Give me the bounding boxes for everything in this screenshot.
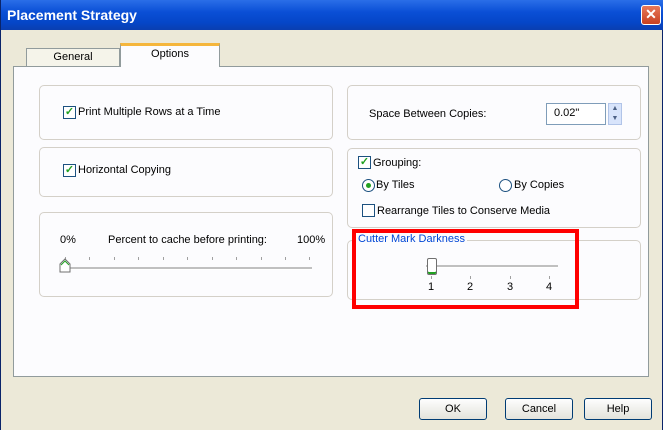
cache-tick — [163, 257, 164, 260]
cache-tick — [212, 257, 213, 260]
cache-tick — [187, 257, 188, 260]
grouping-label: Grouping: — [373, 157, 422, 169]
rearrange-tiles-label: Rearrange Tiles to Conserve Media — [377, 205, 551, 217]
tab-general[interactable]: General — [26, 48, 120, 66]
cache-tick — [261, 257, 262, 260]
horizontal-copying-checkbox[interactable]: ✓ — [63, 164, 76, 177]
cache-tick — [285, 257, 286, 260]
tab-options-label: Options — [151, 48, 189, 60]
check-icon: ✓ — [64, 164, 75, 176]
by-tiles-radio[interactable] — [362, 179, 375, 192]
cache-tick — [89, 257, 90, 260]
cancel-button[interactable]: Cancel — [505, 398, 573, 420]
cache-tick — [138, 257, 139, 260]
cache-tick — [309, 257, 310, 260]
spin-up-icon[interactable]: ▲ — [609, 104, 621, 114]
dialog-window: Placement Strategy ✕ General Options ✓ P… — [0, 0, 663, 430]
ok-button[interactable]: OK — [419, 398, 487, 420]
rearrange-tiles-checkbox[interactable] — [362, 204, 375, 217]
grouping-checkbox[interactable]: ✓ — [358, 156, 371, 169]
cache-min-label: 0% — [60, 234, 76, 246]
by-copies-label: By Copies — [514, 179, 565, 191]
highlight-box — [352, 229, 579, 309]
space-between-copies-input[interactable]: 0.02" — [546, 103, 606, 125]
window-title: Placement Strategy — [7, 7, 137, 23]
print-multiple-rows-checkbox[interactable]: ✓ — [63, 106, 76, 119]
print-multiple-rows-label: Print Multiple Rows at a Time — [78, 106, 221, 118]
by-copies-radio[interactable] — [499, 179, 512, 192]
cache-group — [39, 212, 333, 297]
title-bar: Placement Strategy ✕ — [1, 0, 663, 30]
horizontal-copying-label: Horizontal Copying — [78, 164, 171, 176]
tab-general-label: General — [53, 51, 93, 63]
cache-label: Percent to cache before printing: — [108, 234, 267, 246]
space-between-copies-label: Space Between Copies: — [369, 108, 487, 120]
cache-slider-track[interactable] — [64, 267, 312, 270]
cache-max-label: 100% — [297, 234, 326, 246]
check-icon: ✓ — [359, 156, 370, 168]
cache-slider-thumb[interactable] — [59, 258, 71, 273]
tab-options[interactable]: Options — [120, 43, 220, 67]
cache-tick — [114, 257, 115, 260]
cache-tick — [236, 257, 237, 260]
space-between-copies-spinner[interactable]: ▲ ▼ — [608, 103, 622, 125]
close-button[interactable]: ✕ — [641, 5, 661, 25]
spin-down-icon[interactable]: ▼ — [609, 114, 621, 124]
check-icon: ✓ — [64, 106, 75, 118]
help-button[interactable]: Help — [584, 398, 652, 420]
by-tiles-label: By Tiles — [376, 179, 415, 191]
